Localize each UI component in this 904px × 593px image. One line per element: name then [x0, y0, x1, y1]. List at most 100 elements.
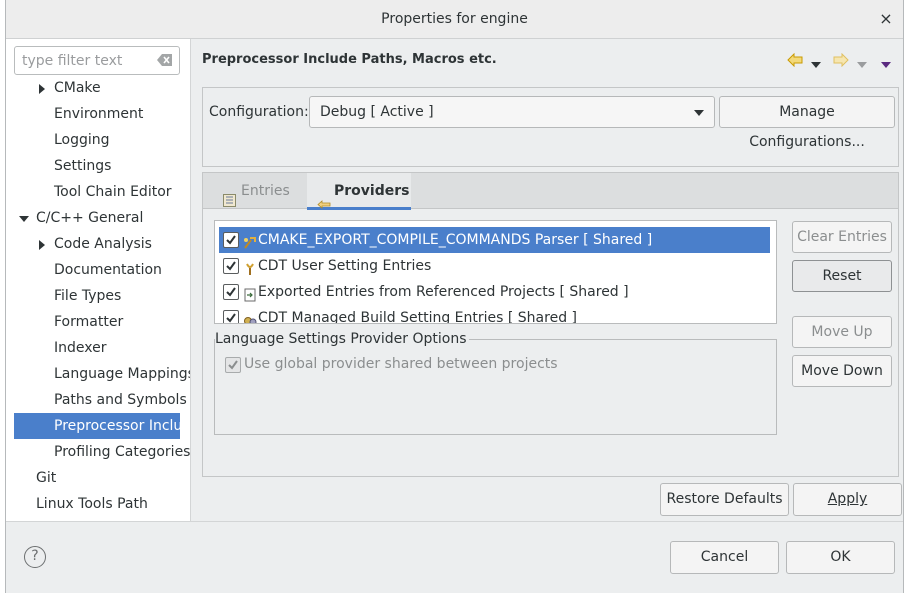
- page-navigation: [787, 52, 897, 71]
- managed-build-icon: [243, 311, 257, 323]
- configuration-select[interactable]: Debug [ Active ]: [309, 96, 715, 128]
- tree-item[interactable]: File Types: [6, 283, 190, 309]
- properties-dialog: Properties for engine × CMake Environment…: [5, 0, 904, 593]
- tree-item[interactable]: Profiling Categories: [6, 439, 190, 465]
- tree-item[interactable]: C/C++ General: [6, 205, 190, 231]
- exported-entries-icon: [243, 285, 257, 302]
- manage-configurations-button[interactable]: Manage Configurations...: [719, 96, 895, 150]
- clear-entries-button[interactable]: Clear Entries: [792, 221, 892, 253]
- dialog-button-bar: ? Cancel OK: [6, 521, 903, 593]
- tree-item[interactable]: Indexer: [6, 335, 190, 361]
- configuration-value: Debug [ Active ]: [320, 104, 434, 120]
- provider-options-legend: Language Settings Provider Options: [215, 331, 469, 347]
- tree-item[interactable]: CMake: [6, 75, 190, 101]
- providers-list[interactable]: CMAKE_EXPORT_COMPILE_COMMANDS Parser [ S…: [214, 220, 777, 324]
- tree-item-label: Code Analysis: [54, 236, 152, 252]
- tree-item[interactable]: Environment: [6, 101, 190, 127]
- provider-options-group: Language Settings Provider Options Use g…: [214, 331, 777, 435]
- user-entries-icon: [243, 259, 257, 275]
- move-up-button[interactable]: Move Up: [792, 316, 892, 348]
- provider-row[interactable]: CMAKE_EXPORT_COMPILE_COMMANDS Parser [ S…: [219, 227, 770, 253]
- configuration-label: Configuration:: [209, 104, 309, 120]
- tree-item[interactable]: Formatter: [6, 309, 190, 335]
- provider-checkbox[interactable]: [223, 258, 239, 274]
- window-title: Properties for engine: [381, 11, 528, 27]
- tree-item[interactable]: Documentation: [6, 257, 190, 283]
- chevron-down-icon: [694, 110, 704, 116]
- cancel-button[interactable]: Cancel: [670, 541, 779, 574]
- tab-entries-label: Entries: [241, 183, 290, 199]
- tree-item[interactable]: Preprocessor Include Paths, Macros etc.: [14, 413, 180, 439]
- filter-input[interactable]: [22, 52, 152, 69]
- tab-folder: Entries Providers CMAKE_EXPORT_COMPILE_C…: [202, 172, 899, 477]
- tree-item-label: CMake: [54, 80, 101, 96]
- close-icon[interactable]: ×: [877, 10, 895, 28]
- property-tree: CMake Environment Logging Settings Tool Chai…: [6, 75, 190, 521]
- restore-defaults-label: Restore Defaults: [666, 491, 783, 507]
- move-down-button[interactable]: Move Down: [792, 355, 892, 387]
- tree-item-label: Settings: [54, 158, 112, 174]
- provider-row[interactable]: Exported Entries from Referenced Project…: [219, 279, 770, 305]
- tree-item-label: Preprocessor Include Paths, Macros etc.: [54, 418, 180, 434]
- provider-label: CDT Managed Build Setting Entries [ Shar…: [258, 310, 577, 324]
- help-icon[interactable]: ?: [24, 546, 46, 568]
- reset-button[interactable]: Reset: [792, 260, 892, 292]
- provider-checkbox[interactable]: [223, 232, 239, 248]
- provider-checkbox[interactable]: [223, 310, 239, 323]
- tree-item-label: Tool Chain Editor: [54, 184, 172, 200]
- tab-entries[interactable]: Entries: [217, 173, 303, 209]
- tree-item-label: Logging: [54, 132, 110, 148]
- tree-item[interactable]: Logging: [6, 127, 190, 153]
- page-title: Preprocessor Include Paths, Macros etc.: [202, 52, 497, 67]
- clear-filter-icon[interactable]: [157, 54, 173, 66]
- tree-item-label: Git: [36, 470, 57, 486]
- configuration-group: Configuration: Debug [ Active ] Manage C…: [202, 87, 899, 167]
- tree-item-label: File Types: [54, 288, 122, 304]
- property-tree-panel: CMake Environment Logging Settings Tool Chai…: [6, 39, 191, 521]
- back-arrow-icon[interactable]: [787, 52, 803, 71]
- tree-item-label: Environment: [54, 106, 144, 122]
- global-provider-label: Use global provider shared between proje…: [244, 356, 558, 372]
- filter-field[interactable]: [14, 46, 180, 75]
- tree-item[interactable]: Paths and Symbols: [6, 387, 190, 413]
- expand-right-icon[interactable]: [39, 240, 45, 250]
- provider-row[interactable]: CDT Managed Build Setting Entries [ Shar…: [219, 305, 770, 324]
- tree-item-label: Language Mappings: [54, 366, 190, 382]
- forward-arrow-icon[interactable]: [833, 52, 849, 71]
- tree-item-label: Paths and Symbols: [54, 392, 187, 408]
- parser-icon: [243, 233, 257, 249]
- tab-strip: Entries Providers: [203, 173, 898, 210]
- apply-button[interactable]: Apply: [793, 483, 902, 516]
- provider-row[interactable]: CDT User Setting Entries: [219, 253, 770, 279]
- title-bar: Properties for engine ×: [6, 0, 903, 39]
- tree-item-label: Documentation: [54, 262, 162, 278]
- forward-menu-chevron-down-icon[interactable]: [857, 57, 867, 73]
- back-menu-chevron-down-icon[interactable]: [811, 57, 821, 73]
- providers-icon: [317, 187, 331, 223]
- provider-label: CDT User Setting Entries: [258, 258, 432, 274]
- global-provider-checkbox[interactable]: [225, 357, 241, 373]
- tree-item[interactable]: Tool Chain Editor: [6, 179, 190, 205]
- property-page: Preprocessor Include Paths, Macros etc. …: [192, 39, 903, 521]
- tree-item-label: Indexer: [54, 340, 107, 356]
- entries-icon: [223, 185, 236, 221]
- tree-item[interactable]: Git: [6, 465, 190, 491]
- expand-right-icon[interactable]: [39, 84, 45, 94]
- tree-item[interactable]: Code Analysis: [6, 231, 190, 257]
- provider-checkbox[interactable]: [223, 284, 239, 300]
- provider-label: CMAKE_EXPORT_COMPILE_COMMANDS Parser [ S…: [258, 232, 653, 248]
- tab-providers[interactable]: Providers: [307, 173, 411, 210]
- tree-item[interactable]: Language Mappings: [6, 361, 190, 387]
- tree-item-label: Profiling Categories: [54, 444, 190, 460]
- ok-button[interactable]: OK: [786, 541, 895, 574]
- tab-providers-label: Providers: [334, 183, 410, 199]
- tree-item-label: Linux Tools Path: [36, 496, 148, 512]
- view-menu-chevron-down-icon[interactable]: [881, 57, 891, 73]
- tree-item[interactable]: Settings: [6, 153, 190, 179]
- tree-item[interactable]: Linux Tools Path: [6, 491, 190, 517]
- restore-defaults-button[interactable]: Restore Defaults: [660, 483, 789, 516]
- expand-down-icon[interactable]: [19, 216, 29, 222]
- tree-item-label: Formatter: [54, 314, 124, 330]
- tree-item-label: C/C++ General: [36, 210, 144, 226]
- provider-label: Exported Entries from Referenced Project…: [258, 284, 629, 300]
